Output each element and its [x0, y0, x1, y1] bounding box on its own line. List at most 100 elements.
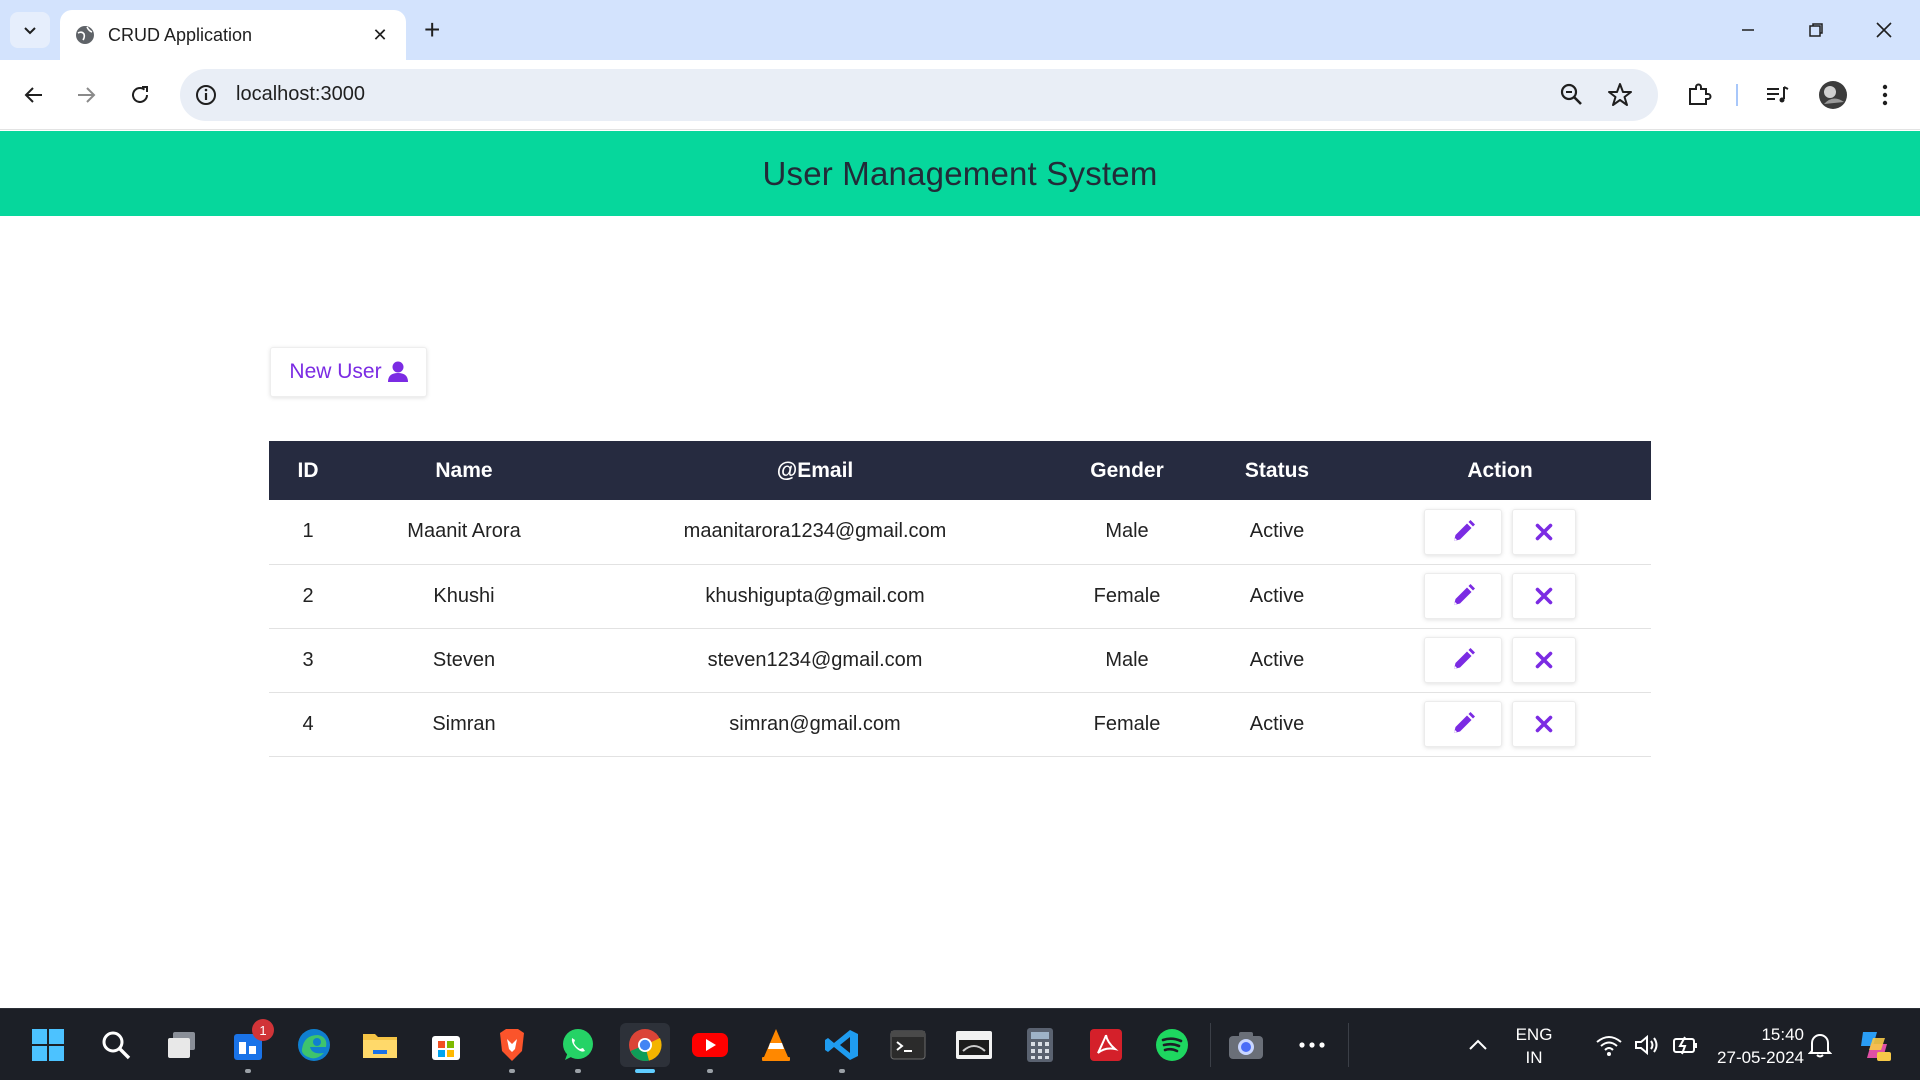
back-button[interactable]: [14, 75, 54, 115]
app-header: User Management System: [0, 131, 1920, 216]
cell-name: Khushi: [347, 564, 581, 629]
address-bar[interactable]: localhost:3000: [180, 69, 1658, 121]
terminal-icon: [890, 1030, 926, 1060]
asphalt-icon: [956, 1031, 992, 1059]
taskbar-search[interactable]: [94, 1023, 138, 1067]
table-header-row: ID Name @Email Gender Status Action: [269, 441, 1651, 500]
cell-email: maanitarora1234@gmail.com: [581, 500, 1049, 565]
taskbar-app-youtube[interactable]: [688, 1023, 732, 1073]
bell-icon: [1808, 1034, 1832, 1058]
spotify-icon: [1156, 1029, 1188, 1061]
notifications-button[interactable]: [1798, 1023, 1842, 1067]
taskbar-app-vscode[interactable]: [820, 1023, 864, 1073]
toolbar-separator: [1736, 84, 1738, 106]
site-info-icon[interactable]: [194, 83, 218, 107]
taskbar-app-asphalt[interactable]: [952, 1023, 996, 1067]
edit-button[interactable]: [1424, 637, 1502, 683]
delete-button[interactable]: [1512, 701, 1576, 747]
close-window-button[interactable]: [1866, 12, 1902, 48]
new-tab-button[interactable]: +: [424, 14, 440, 46]
table-row: 4 Simran simran@gmail.com Female Active: [269, 692, 1651, 757]
cell-id: 3: [269, 628, 347, 693]
edit-icon: [1454, 648, 1475, 669]
taskbar-app-store[interactable]: [424, 1023, 468, 1067]
input-language-indicator[interactable]: ENG IN: [1506, 1023, 1562, 1069]
taskbar-app-file-explorer[interactable]: [358, 1023, 402, 1067]
delete-icon: [1535, 523, 1553, 541]
minimize-button[interactable]: [1730, 12, 1766, 48]
zoom-icon[interactable]: [1558, 81, 1586, 109]
running-indicator: [707, 1069, 713, 1073]
taskbar-app-chrome[interactable]: [620, 1023, 670, 1073]
taskbar-app-spotify[interactable]: [1150, 1023, 1194, 1067]
cell-action: [1349, 564, 1651, 629]
chrome-menu-button[interactable]: [1870, 80, 1900, 110]
chrome-icon: [629, 1029, 662, 1062]
table-row: 1 Maanit Arora maanitarora1234@gmail.com Ma…: [269, 500, 1651, 565]
running-indicator: [839, 1069, 845, 1073]
start-button[interactable]: [26, 1023, 70, 1067]
forward-button[interactable]: [66, 75, 106, 115]
delete-button[interactable]: [1512, 637, 1576, 683]
page-title: User Management System: [762, 154, 1158, 192]
reload-button[interactable]: [120, 75, 160, 115]
tab-title: CRUD Application: [108, 24, 253, 45]
task-view-button[interactable]: [160, 1023, 204, 1067]
delete-icon: [1535, 715, 1553, 733]
taskbar-app-widgets[interactable]: 1: [226, 1019, 274, 1073]
edit-icon: [1454, 712, 1475, 733]
taskbar-app-terminal[interactable]: [886, 1023, 930, 1067]
cell-action: [1349, 500, 1651, 565]
row-actions: [1424, 573, 1576, 619]
column-header-name: Name: [347, 441, 581, 500]
cell-gender: Male: [1049, 500, 1205, 565]
browser-tab-active[interactable]: CRUD Application ✕: [60, 10, 406, 60]
taskbar-app-camera[interactable]: [1224, 1023, 1268, 1067]
extensions-button[interactable]: [1684, 80, 1714, 110]
start-icon: [32, 1029, 64, 1061]
taskbar-app-edge[interactable]: [292, 1023, 336, 1067]
running-indicator: [575, 1069, 581, 1073]
edit-button[interactable]: [1424, 701, 1502, 747]
url-text[interactable]: localhost:3000: [236, 83, 365, 106]
taskbar-app-brave[interactable]: [490, 1023, 534, 1073]
edit-button[interactable]: [1424, 508, 1502, 555]
new-user-button[interactable]: New User: [270, 347, 427, 397]
column-header-status: Status: [1205, 441, 1349, 500]
edit-button[interactable]: [1424, 573, 1502, 619]
cell-status: Active: [1205, 628, 1349, 693]
clock[interactable]: 15:40 27-05-2024: [1694, 1023, 1804, 1069]
delete-button[interactable]: [1512, 508, 1576, 555]
vscode-icon: [825, 1030, 858, 1060]
minimize-icon: [1742, 29, 1754, 31]
taskbar-app-calculator[interactable]: [1018, 1023, 1062, 1067]
notification-badge: 1: [252, 1019, 274, 1041]
restore-button[interactable]: [1798, 12, 1834, 48]
taskbar-divider: [1348, 1023, 1349, 1067]
column-header-id: ID: [269, 441, 347, 500]
restore-icon: [1809, 23, 1823, 37]
taskbar-overflow-button[interactable]: [1290, 1023, 1334, 1067]
tab-search-button[interactable]: [10, 12, 50, 48]
column-header-email: @Email: [581, 441, 1049, 500]
media-controls-button[interactable]: [1762, 80, 1792, 110]
tab-close-icon[interactable]: ✕: [368, 25, 392, 46]
cell-action: [1349, 628, 1651, 693]
bookmark-star-icon[interactable]: [1606, 81, 1634, 109]
taskbar-app-whatsapp[interactable]: [556, 1023, 600, 1073]
copilot-icon: [1861, 1032, 1891, 1061]
copilot-button[interactable]: [1852, 1023, 1896, 1067]
cell-action: [1349, 692, 1651, 757]
taskbar-app-acrobat[interactable]: [1084, 1023, 1128, 1067]
show-hidden-icons-button[interactable]: [1456, 1023, 1500, 1067]
taskbar-app-vlc[interactable]: [754, 1023, 798, 1067]
delete-button[interactable]: [1512, 573, 1576, 619]
running-indicator: [509, 1069, 515, 1073]
chevron-down-icon: [24, 27, 36, 35]
windows-taskbar: 1 ENG IN 15:40 27-05-2024: [0, 1008, 1920, 1080]
cell-id: 1: [269, 500, 347, 565]
taskbar-divider: [1210, 1023, 1211, 1067]
cell-email: simran@gmail.com: [581, 692, 1049, 757]
column-header-gender: Gender: [1049, 441, 1205, 500]
profile-avatar[interactable]: [1818, 80, 1848, 110]
